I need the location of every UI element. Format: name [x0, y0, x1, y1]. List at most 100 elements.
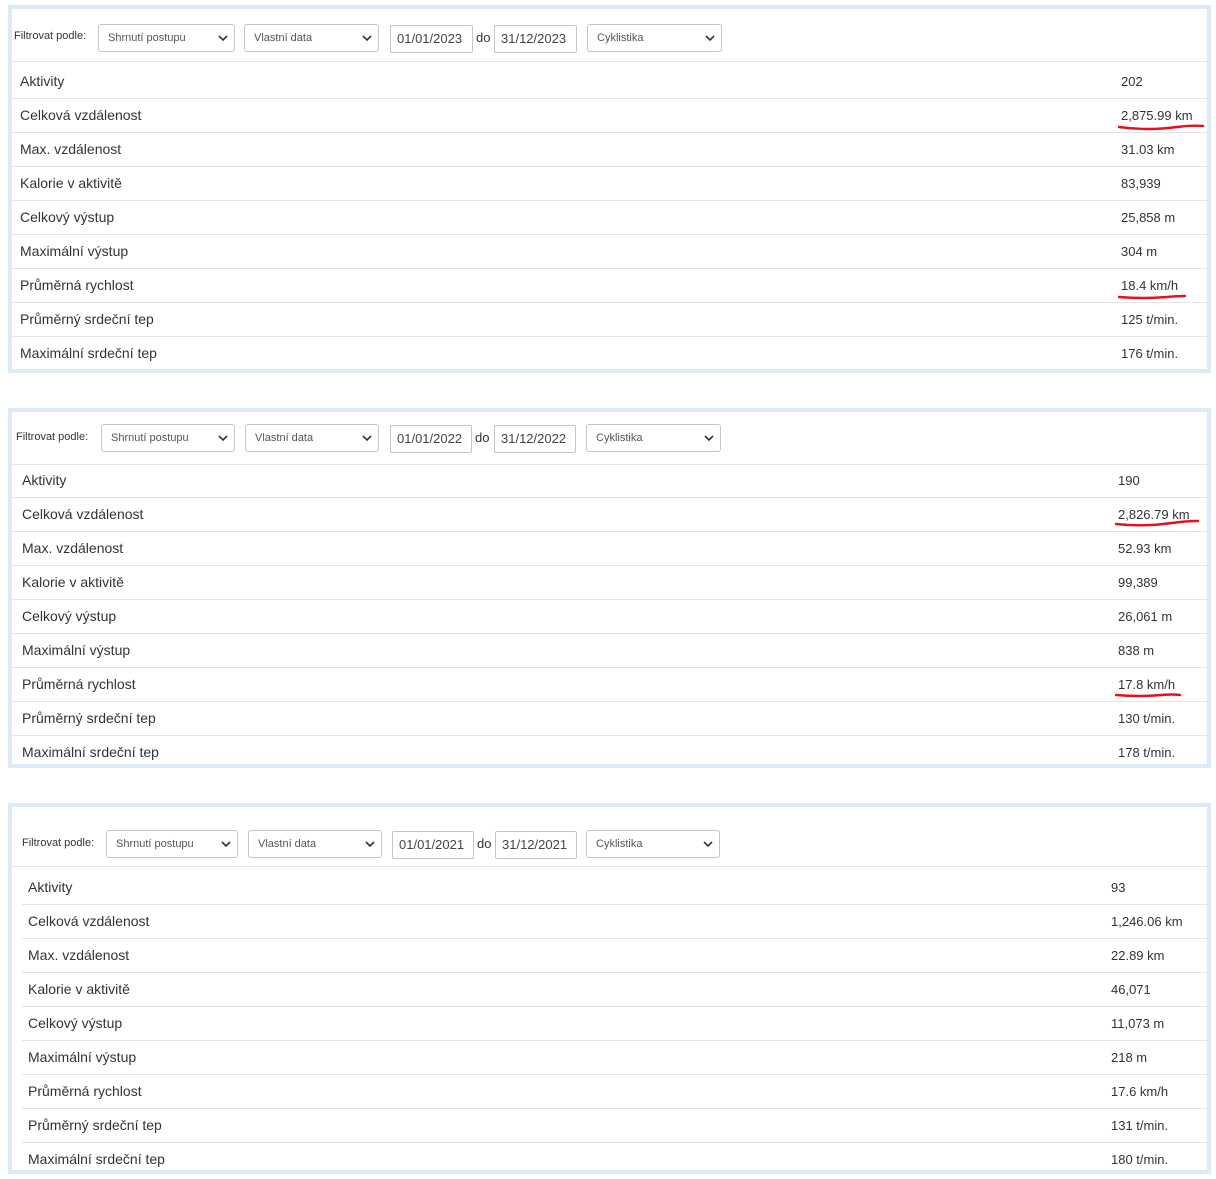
stat-row: Celkový výstup 25,858 m [12, 201, 1207, 235]
summary-select-value: Shrnutí postupu [116, 838, 194, 850]
stat-value: 180 t/min. [1111, 1152, 1169, 1167]
stat-label: Max. vzdálenost [20, 141, 122, 157]
chevron-down-icon [221, 839, 231, 849]
activity-type-select[interactable]: Cyklistika [587, 24, 722, 52]
summary-select-value: Shrnutí postupu [108, 32, 186, 44]
stats-table: Aktivity 202 Celková vzdálenost 2,875.99 k… [12, 65, 1207, 370]
stat-label: Maximální srdeční tep [28, 1151, 165, 1167]
date-range-select[interactable]: Vlastní data [244, 24, 379, 52]
date-from-input[interactable]: 01/01/2021 [392, 831, 474, 859]
date-separator: do [476, 30, 491, 45]
stat-value: 2,875.99 km [1121, 108, 1193, 123]
stat-value: 17.8 km/h [1118, 677, 1176, 692]
stat-row: Celková vzdálenost 1,246.06 km [22, 905, 1207, 939]
stat-row: Celková vzdálenost 2,826.79 km [12, 498, 1207, 532]
date-separator: do [477, 836, 492, 851]
stat-label: Průměrný srdeční tep [28, 1117, 162, 1133]
filter-label: Filtrovat podle: [14, 30, 87, 42]
stat-value: 2,826.79 km [1118, 507, 1190, 522]
stat-row: Maximální výstup 218 m [22, 1041, 1207, 1075]
stat-label: Celková vzdálenost [20, 107, 142, 123]
stat-label: Max. vzdálenost [28, 947, 130, 963]
activity-type-select-value: Cyklistika [596, 838, 643, 850]
stat-row: Průměrná rychlost 18.4 km/h [12, 269, 1207, 303]
stat-label: Maximální výstup [28, 1049, 137, 1065]
stat-label: Kalorie v aktivitě [20, 175, 122, 191]
activity-type-select-value: Cyklistika [597, 32, 644, 44]
filter-bar: Filtrovat podle: Shrnutí postupu Vlastní… [12, 9, 1207, 62]
chevron-down-icon [362, 33, 372, 43]
stat-row: Celkový výstup 11,073 m [22, 1007, 1207, 1041]
date-to-input[interactable]: 31/12/2021 [495, 831, 577, 859]
stat-row: Maximální srdeční tep 176 t/min. [12, 337, 1207, 370]
stat-label: Maximální srdeční tep [20, 345, 157, 361]
chevron-down-icon [362, 433, 372, 443]
stat-value: 838 m [1118, 643, 1155, 658]
date-range-select[interactable]: Vlastní data [248, 830, 382, 858]
activity-type-select[interactable]: Cyklistika [586, 830, 720, 858]
stat-row: Aktivity 202 [12, 65, 1207, 99]
stat-value: 304 m [1121, 244, 1158, 259]
stat-row: Max. vzdálenost 52.93 km [12, 532, 1207, 566]
stat-row: Maximální výstup 304 m [12, 235, 1207, 269]
stat-row: Max. vzdálenost 31.03 km [12, 133, 1207, 167]
stat-label: Aktivity [22, 472, 67, 488]
stat-label: Průměrná rychlost [28, 1083, 142, 1099]
date-range-select-value: Vlastní data [255, 432, 314, 444]
stat-value: 99,389 [1118, 575, 1158, 590]
stats-panel-2022: Filtrovat podle: Shrnutí postupu Vlastní… [8, 408, 1211, 768]
stat-label: Průměrná rychlost [20, 277, 134, 293]
date-range-select-value: Vlastní data [254, 32, 313, 44]
stat-value: 176 t/min. [1121, 346, 1179, 361]
stat-label: Průměrný srdeční tep [20, 311, 154, 327]
date-to-input[interactable]: 31/12/2023 [494, 25, 577, 53]
chevron-down-icon [218, 33, 228, 43]
stat-row: Kalorie v aktivitě 83,939 [12, 167, 1207, 201]
stat-label: Maximální výstup [22, 642, 131, 658]
stat-row: Celkový výstup 26,061 m [12, 600, 1207, 634]
stat-value: 25,858 m [1121, 210, 1176, 225]
summary-select-value: Shrnutí postupu [111, 432, 189, 444]
date-range-select[interactable]: Vlastní data [245, 424, 379, 452]
chevron-down-icon [218, 433, 228, 443]
date-from-input[interactable]: 01/01/2022 [390, 425, 472, 453]
stat-label: Celková vzdálenost [28, 913, 150, 929]
stat-value: 131 t/min. [1111, 1118, 1169, 1133]
summary-select[interactable]: Shrnutí postupu [98, 24, 235, 52]
stat-label: Kalorie v aktivitě [28, 981, 130, 997]
stat-row: Kalorie v aktivitě 99,389 [12, 566, 1207, 600]
chevron-down-icon [704, 433, 714, 443]
stat-value: 190 [1118, 473, 1140, 488]
stat-label: Max. vzdálenost [22, 540, 124, 556]
activity-type-select[interactable]: Cyklistika [586, 424, 721, 452]
stat-row: Průměrná rychlost 17.8 km/h [12, 668, 1207, 702]
summary-select[interactable]: Shrnutí postupu [101, 424, 235, 452]
summary-select[interactable]: Shrnutí postupu [106, 830, 238, 858]
stat-row: Maximální srdeční tep 178 t/min. [12, 736, 1207, 769]
stat-value: 26,061 m [1118, 609, 1173, 624]
stat-label: Maximální srdeční tep [22, 744, 159, 760]
stat-row: Celková vzdálenost 2,875.99 km [12, 99, 1207, 133]
date-from-input[interactable]: 01/01/2023 [390, 25, 473, 53]
stat-value: 202 [1121, 74, 1143, 89]
filter-label: Filtrovat podle: [16, 431, 89, 443]
stat-row: Max. vzdálenost 22.89 km [22, 939, 1207, 973]
chevron-down-icon [703, 839, 713, 849]
stats-table: Aktivity 190 Celková vzdálenost 2,826.79 k… [12, 464, 1207, 769]
date-to-input[interactable]: 31/12/2022 [494, 425, 576, 453]
stat-value: 93 [1111, 880, 1126, 895]
stat-value: 17.6 km/h [1111, 1084, 1169, 1099]
stat-label: Maximální výstup [20, 243, 129, 259]
stats-panel-2023: Filtrovat podle: Shrnutí postupu Vlastní… [8, 5, 1211, 373]
stat-label: Celková vzdálenost [22, 506, 144, 522]
filter-bar: Filtrovat podle: Shrnutí postupu Vlastní… [12, 807, 1207, 867]
stat-label: Průměrná rychlost [22, 676, 136, 692]
stat-label: Celkový výstup [28, 1015, 123, 1031]
stats-table: Aktivity 93 Celková vzdálenost 1,246.06 km… [22, 871, 1207, 1176]
stat-row: Kalorie v aktivitě 46,071 [22, 973, 1207, 1007]
activity-type-select-value: Cyklistika [596, 432, 643, 444]
filter-label: Filtrovat podle: [22, 837, 95, 849]
stat-value: 1,246.06 km [1111, 914, 1183, 929]
stat-value: 22.89 km [1111, 948, 1165, 963]
chevron-down-icon [365, 839, 375, 849]
